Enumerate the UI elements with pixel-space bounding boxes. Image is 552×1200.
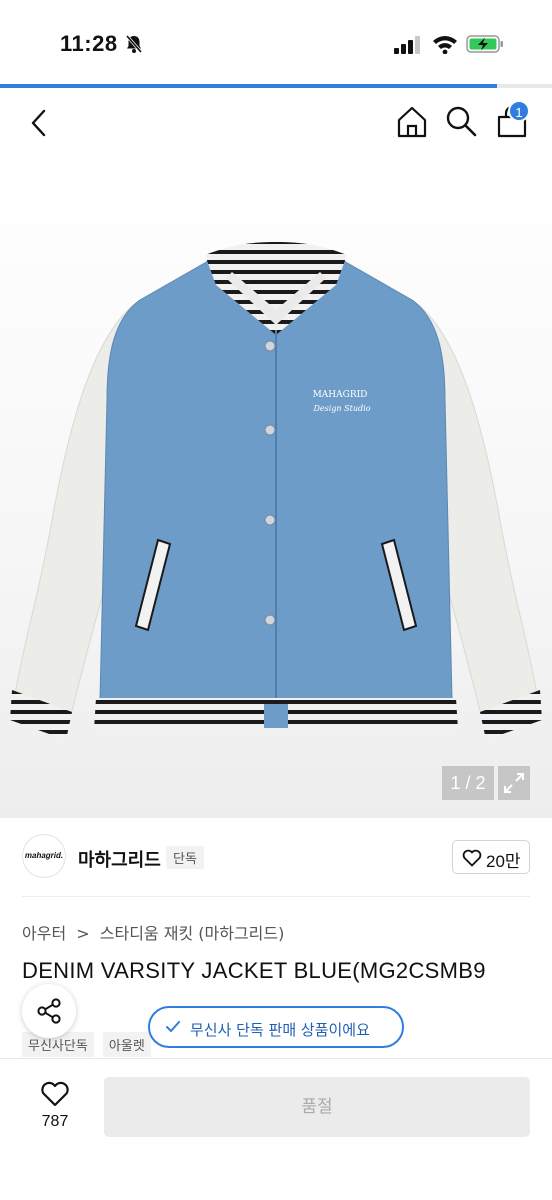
- bottom-action-bar: 787 품절: [0, 1058, 552, 1200]
- signal-icon: [394, 36, 420, 54]
- breadcrumb-category[interactable]: 아우터: [22, 924, 66, 943]
- home-icon[interactable]: [394, 104, 430, 140]
- brand-like-count: 20만: [486, 852, 521, 871]
- search-icon[interactable]: [444, 104, 478, 138]
- breadcrumb-separator: >: [76, 924, 90, 943]
- divider: [22, 896, 530, 897]
- product-image-gallery[interactable]: MAHAGRID Design Studio 1 / 2: [0, 160, 552, 818]
- jacket-logo-text: MAHAGRID: [313, 390, 368, 400]
- battery-charging-icon: [466, 35, 503, 53]
- expand-icon: [504, 773, 524, 793]
- status-time: 11:28: [60, 31, 118, 56]
- toast-text: 무신사 단독 판매 상품이에요: [190, 1021, 370, 1039]
- bell-off-icon: [125, 35, 143, 53]
- jacket-logo-script: Design Studio: [313, 404, 371, 413]
- brand-row: mahagrid. 마하그리드 단독 20만: [0, 818, 552, 896]
- product-photo-jacket: MAHAGRID Design Studio: [10, 242, 542, 740]
- soldout-button[interactable]: 품절: [104, 1077, 530, 1137]
- page-load-progress: [0, 84, 552, 88]
- exclusive-tag: 단독: [166, 846, 204, 869]
- brand-name[interactable]: 마하그리드: [78, 846, 161, 872]
- brand-logo[interactable]: mahagrid.: [22, 834, 66, 878]
- status-bar: 11:28: [0, 0, 552, 86]
- back-icon[interactable]: [24, 106, 54, 140]
- brand-like-button[interactable]: 20만: [452, 840, 530, 874]
- product-title: DENIM VARSITY JACKET BLUE(MG2CSMB9: [22, 958, 486, 983]
- wifi-icon: [433, 36, 457, 54]
- wishlist-count: 787: [41, 1113, 69, 1130]
- image-counter: 1 / 2: [442, 766, 494, 800]
- breadcrumb: 아우터 > 스타디움 재킷 (마하그리드): [22, 920, 289, 944]
- breadcrumb-subcategory[interactable]: 스타디움 재킷 (마하그리드): [100, 924, 285, 943]
- share-icon: [37, 998, 61, 1024]
- wishlist-heart-icon[interactable]: [40, 1081, 70, 1107]
- expand-image-button[interactable]: [498, 766, 530, 800]
- check-icon: [166, 1021, 180, 1032]
- cart-count-badge: 1: [508, 100, 530, 122]
- progress-fill: [0, 84, 497, 88]
- share-button[interactable]: [22, 984, 76, 1038]
- tag-outlet: 아울렛: [102, 1032, 151, 1057]
- heart-icon: [462, 849, 482, 867]
- exclusive-toast: 무신사 단독 판매 상품이에요: [148, 1006, 404, 1048]
- nav-bar: 1: [0, 92, 552, 156]
